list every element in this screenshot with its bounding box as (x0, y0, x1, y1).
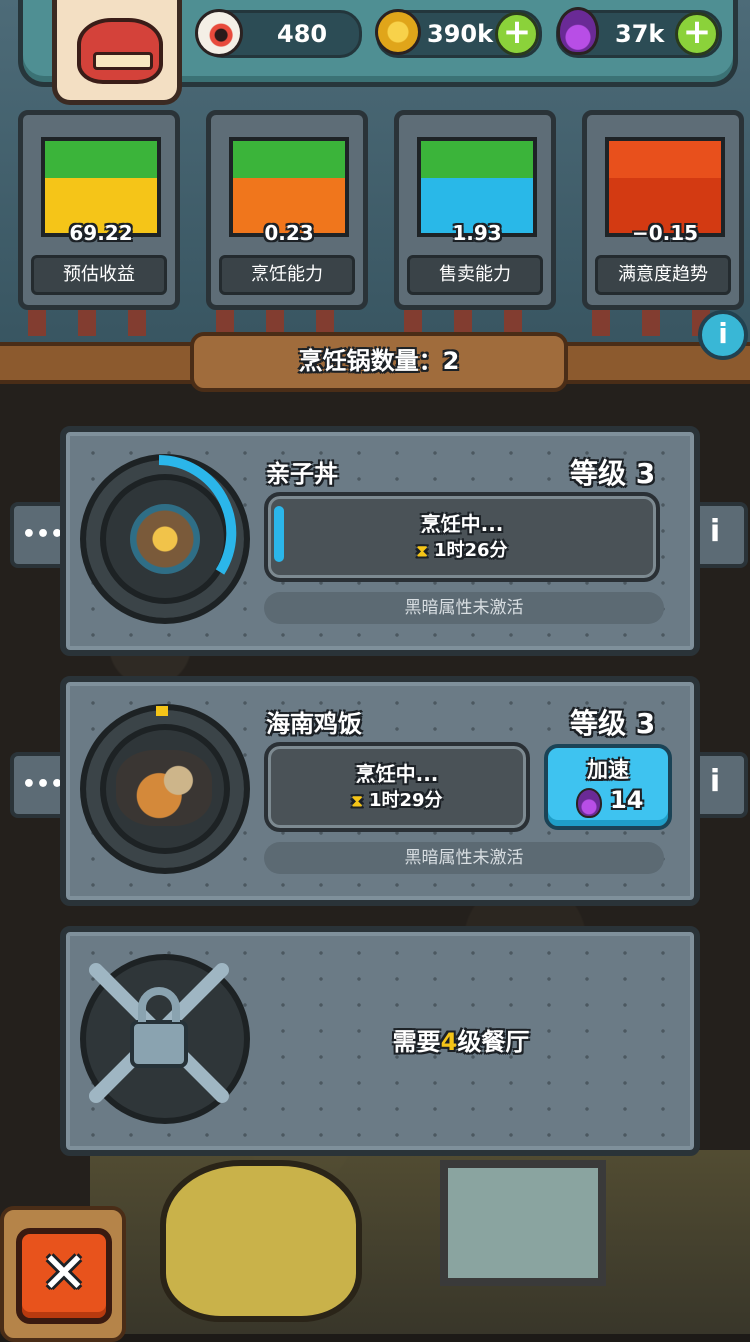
gauge-label: 预估收益 (31, 255, 167, 295)
gauge-label: 满意度趋势 (595, 255, 731, 295)
pot-2-timer: ⧗ 1时29分 (268, 786, 526, 812)
padlock-icon (130, 1020, 188, 1068)
info-icon: i (709, 764, 721, 799)
avatar[interactable] (52, 0, 182, 105)
add-potions-button[interactable]: + (675, 12, 719, 56)
locked-pot-panel: 需要4级餐厅 (60, 926, 700, 1156)
pot-2-dish-name: 海南鸡饭 (266, 710, 362, 738)
gauge-value: 0.23 (264, 221, 314, 245)
locked-suffix: 级餐厅 (457, 1028, 530, 1056)
locked-requirement: 需要4级餐厅 (266, 1022, 656, 1057)
gauge-2: 1.93 售卖能力 (384, 100, 556, 340)
pot-1-dark-attr: 黑暗属性未激活 (264, 592, 664, 624)
pot-2-progress-marker (156, 706, 168, 716)
pot-1-time: 1时26分 (433, 540, 508, 561)
pot-2-status-box: 烹饪中... ⧗ 1时29分 (264, 742, 530, 832)
pot-2-level: 等级 3 (570, 707, 656, 740)
gauge-3: −0.15 满意度趋势 (572, 100, 744, 340)
potion-icon (576, 788, 602, 818)
hourglass-icon: ⧗ (416, 541, 428, 560)
info-button[interactable]: i (698, 310, 748, 360)
pot-1-ring[interactable] (80, 454, 250, 624)
pot-2-status: 烹饪中... (355, 762, 439, 786)
coin-counter: 390k + (375, 9, 542, 58)
pot-count-banner: 烹饪锅数量：2 (190, 332, 568, 392)
pot-2-ring[interactable] (80, 704, 250, 874)
gauge-1: 0.23 烹饪能力 (196, 100, 368, 340)
monster-face-icon (77, 18, 163, 84)
gauge-frame: 69.22 预估收益 (18, 110, 180, 310)
hourglass-icon: ⧗ (351, 791, 363, 810)
oyakodon-dish-icon (130, 504, 200, 574)
required-level: 4 (440, 1028, 458, 1056)
pot-1-status: 烹饪中... (420, 512, 504, 536)
coin-icon (375, 9, 421, 55)
locked-pot-ring (80, 954, 250, 1124)
pot-count-label: 烹饪锅数量：2 (298, 347, 460, 375)
add-coins-button[interactable]: + (495, 12, 539, 56)
pot-1-panel: 亲子丼 等级 3 烹饪中... ⧗ 1时26分 黑暗属性未激活 (60, 426, 700, 656)
close-icon: ✕ (40, 1241, 88, 1306)
gauge-frame: 1.93 售卖能力 (394, 110, 556, 310)
gauge-frame: 0.23 烹饪能力 (206, 110, 368, 310)
chains-icon (89, 963, 229, 1103)
potion-count: 37k (615, 20, 665, 48)
plus-icon: + (502, 12, 532, 52)
pot-1-level: 等级 3 (570, 457, 656, 490)
pot-1-timer: ⧗ 1时26分 (268, 536, 656, 562)
more-icon: ••• (21, 522, 65, 547)
coin-count: 390k (427, 20, 494, 48)
eyeball-counter: 480 (195, 9, 362, 58)
eyeball-count: 480 (277, 20, 328, 48)
gauge-0: 69.22 预估收益 (8, 100, 180, 340)
info-icon: i (718, 317, 728, 350)
plus-icon: + (682, 12, 712, 52)
gauge-label: 烹饪能力 (219, 255, 355, 295)
pot-1-dish-name: 亲子丼 (266, 460, 338, 488)
pot-1-status-box: 烹饪中... ⧗ 1时26分 (264, 492, 660, 582)
window-decoration (440, 1160, 606, 1286)
gauge-value: 69.22 (69, 221, 133, 245)
monster-teeth (93, 52, 153, 70)
more-icon: ••• (21, 772, 65, 797)
speedup-cost: 14 (610, 786, 644, 814)
gauge-pipes (28, 310, 158, 336)
gauge-label: 售卖能力 (407, 255, 543, 295)
potion-icon (557, 7, 599, 55)
gauge-value: −0.15 (631, 221, 699, 245)
pot-2-time: 1时29分 (368, 790, 443, 811)
pot-2-panel: 海南鸡饭 等级 3 烹饪中... ⧗ 1时29分 加速 14 黑暗属性未激活 (60, 676, 700, 906)
eyeball-icon (195, 9, 243, 57)
cauldron-decoration (160, 1160, 362, 1322)
close-button[interactable]: ✕ (16, 1228, 112, 1324)
potion-counter: 37k + (556, 7, 722, 58)
speedup-button[interactable]: 加速 14 (544, 744, 672, 830)
chicken-rice-dish-icon (116, 750, 212, 826)
speedup-label: 加速 (587, 758, 629, 782)
gauge-value: 1.93 (452, 221, 502, 245)
locked-prefix: 需要 (392, 1028, 441, 1056)
pot-2-dark-attr: 黑暗属性未激活 (264, 842, 664, 874)
gauge-frame: −0.15 满意度趋势 (582, 110, 744, 310)
info-icon: i (709, 514, 721, 549)
